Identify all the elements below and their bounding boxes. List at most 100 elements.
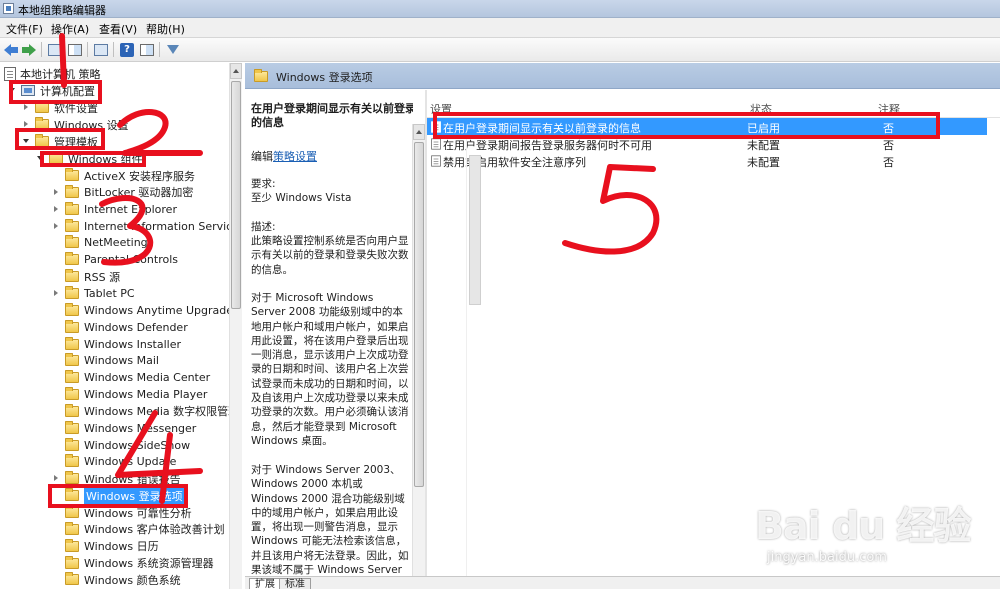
up-folder-button[interactable] [46, 41, 64, 58]
folder-icon [65, 201, 79, 215]
list-scroll-thumb[interactable] [469, 155, 481, 305]
tree-item[interactable]: ActiveX 安装程序服务 [52, 167, 195, 184]
setting-comment: 否 [883, 139, 894, 152]
forward-icon [22, 43, 36, 56]
tree-item[interactable]: Windows 颜色系统 [52, 571, 181, 588]
folder-icon [65, 235, 79, 249]
annotation-box-4 [48, 484, 188, 508]
setting-name: 在用户登录期间报告登录服务器何时不可用 [443, 139, 652, 152]
tree-item[interactable]: Windows Update [52, 453, 176, 470]
tree-label: Internet Explorer [84, 202, 177, 216]
tree-item[interactable]: Tablet PC [52, 285, 135, 302]
watermark-url: jingyan.baidu.com [767, 550, 887, 565]
tree-item[interactable]: Windows Media Player [52, 386, 207, 403]
setting-state: 未配置 [747, 139, 780, 152]
export-button[interactable] [92, 41, 110, 58]
requirements-value: 至少 Windows Vista [251, 192, 352, 204]
setting-name: 禁用或启用软件安全注意序列 [443, 156, 586, 169]
window-title: 本地组策略编辑器 [18, 4, 106, 17]
folder-icon [65, 403, 79, 417]
edit-policy-line: 编辑策略设置 [251, 148, 317, 164]
scroll-up-arrow-icon[interactable] [230, 63, 242, 79]
menu-view[interactable]: 查看(V) [99, 21, 137, 37]
tree-label: Windows 日历 [84, 540, 159, 554]
tree-item[interactable]: Internet Explorer [52, 201, 177, 218]
expand-arrow-icon[interactable] [52, 289, 61, 298]
tree-scrollbar[interactable] [229, 63, 242, 589]
menu-file[interactable]: 文件(F) [6, 21, 43, 37]
properties-button[interactable] [138, 41, 156, 58]
folder-icon [65, 505, 79, 518]
description-label: 描述: [251, 221, 276, 233]
forward-button[interactable] [20, 41, 38, 58]
scroll-thumb[interactable] [414, 142, 424, 487]
menu-action[interactable]: 操作(A) [51, 21, 89, 37]
menu-help[interactable]: 帮助(H) [146, 21, 185, 37]
folder-icon [65, 370, 79, 384]
folder-icon [65, 437, 79, 451]
filter-button[interactable] [164, 41, 182, 58]
details-header-title: Windows 登录选项 [276, 71, 373, 84]
help-button[interactable]: ? [118, 41, 136, 58]
tree-item[interactable]: Windows Anytime Upgrade [52, 302, 233, 319]
tab-standard[interactable]: 标准 [279, 578, 311, 589]
tree-item[interactable]: Internet Information Services [52, 218, 241, 235]
tree-item[interactable]: Windows 客户体验改善计划 [52, 521, 225, 538]
tree-item[interactable]: Windows Mail [52, 352, 159, 369]
tree-item[interactable]: Windows SideShow [52, 437, 190, 454]
tree-item[interactable]: RSS 源 [52, 268, 120, 285]
tree-label: Windows Media 数字权限管理 [84, 405, 240, 419]
menu-bar: 文件(F) 操作(A) 查看(V) 帮助(H) [0, 18, 1000, 38]
tree-item[interactable]: Windows Installer [52, 336, 181, 353]
expand-arrow-icon[interactable] [22, 103, 31, 112]
help-icon: ? [120, 42, 134, 57]
toolbar-separator [41, 42, 42, 57]
details-header: Windows 登录选项 [245, 63, 1000, 89]
expand-arrow-icon[interactable] [52, 222, 61, 231]
description-scrollbar[interactable] [412, 124, 425, 576]
expand-arrow-icon[interactable] [52, 205, 61, 214]
folder-icon [65, 319, 79, 333]
tree-item[interactable]: Windows 日历 [52, 538, 159, 555]
folder-icon [65, 353, 79, 367]
tree-label: Windows Media Center [84, 371, 211, 385]
tree-item[interactable]: Windows Media 数字权限管理 [52, 403, 239, 420]
export-icon [94, 43, 108, 56]
tree-item[interactable]: NetMeeting [52, 234, 148, 251]
view-tabs: 扩展 标准 [245, 576, 1000, 589]
policy-setting-icon [431, 155, 441, 167]
show-tree-button[interactable] [66, 41, 84, 58]
tree-label: Tablet PC [84, 286, 135, 300]
scroll-up-arrow-icon[interactable] [413, 124, 425, 140]
table-row[interactable]: 禁用或启用软件安全注意序列 未配置 否 [427, 152, 987, 169]
tab-extended[interactable]: 扩展 [249, 578, 281, 589]
tree-item[interactable]: Windows Messenger [52, 420, 196, 437]
show-tree-icon [68, 43, 82, 56]
tree-item[interactable]: BitLocker 驱动器加密 [52, 184, 193, 201]
tree-label: Windows Media Player [84, 388, 208, 402]
folder-icon [65, 572, 79, 586]
folder-icon [65, 454, 79, 468]
scroll-thumb[interactable] [231, 81, 241, 309]
properties-icon [140, 43, 154, 56]
edit-policy-link[interactable]: 策略设置 [273, 150, 317, 163]
back-button[interactable] [2, 41, 20, 58]
tree-label: NetMeeting [84, 236, 148, 250]
list-scroll-track [466, 138, 467, 578]
tree-label: Windows Anytime Upgrade [84, 303, 233, 317]
tree-item[interactable]: Windows Defender [52, 319, 188, 336]
expand-arrow-icon[interactable] [52, 188, 61, 197]
tree-item[interactable]: Windows 系统资源管理器 [52, 555, 214, 572]
tree-item[interactable]: Parental Controls [52, 251, 178, 268]
tree-item[interactable]: Windows Media Center [52, 369, 210, 386]
expand-arrow-icon[interactable] [52, 474, 61, 483]
